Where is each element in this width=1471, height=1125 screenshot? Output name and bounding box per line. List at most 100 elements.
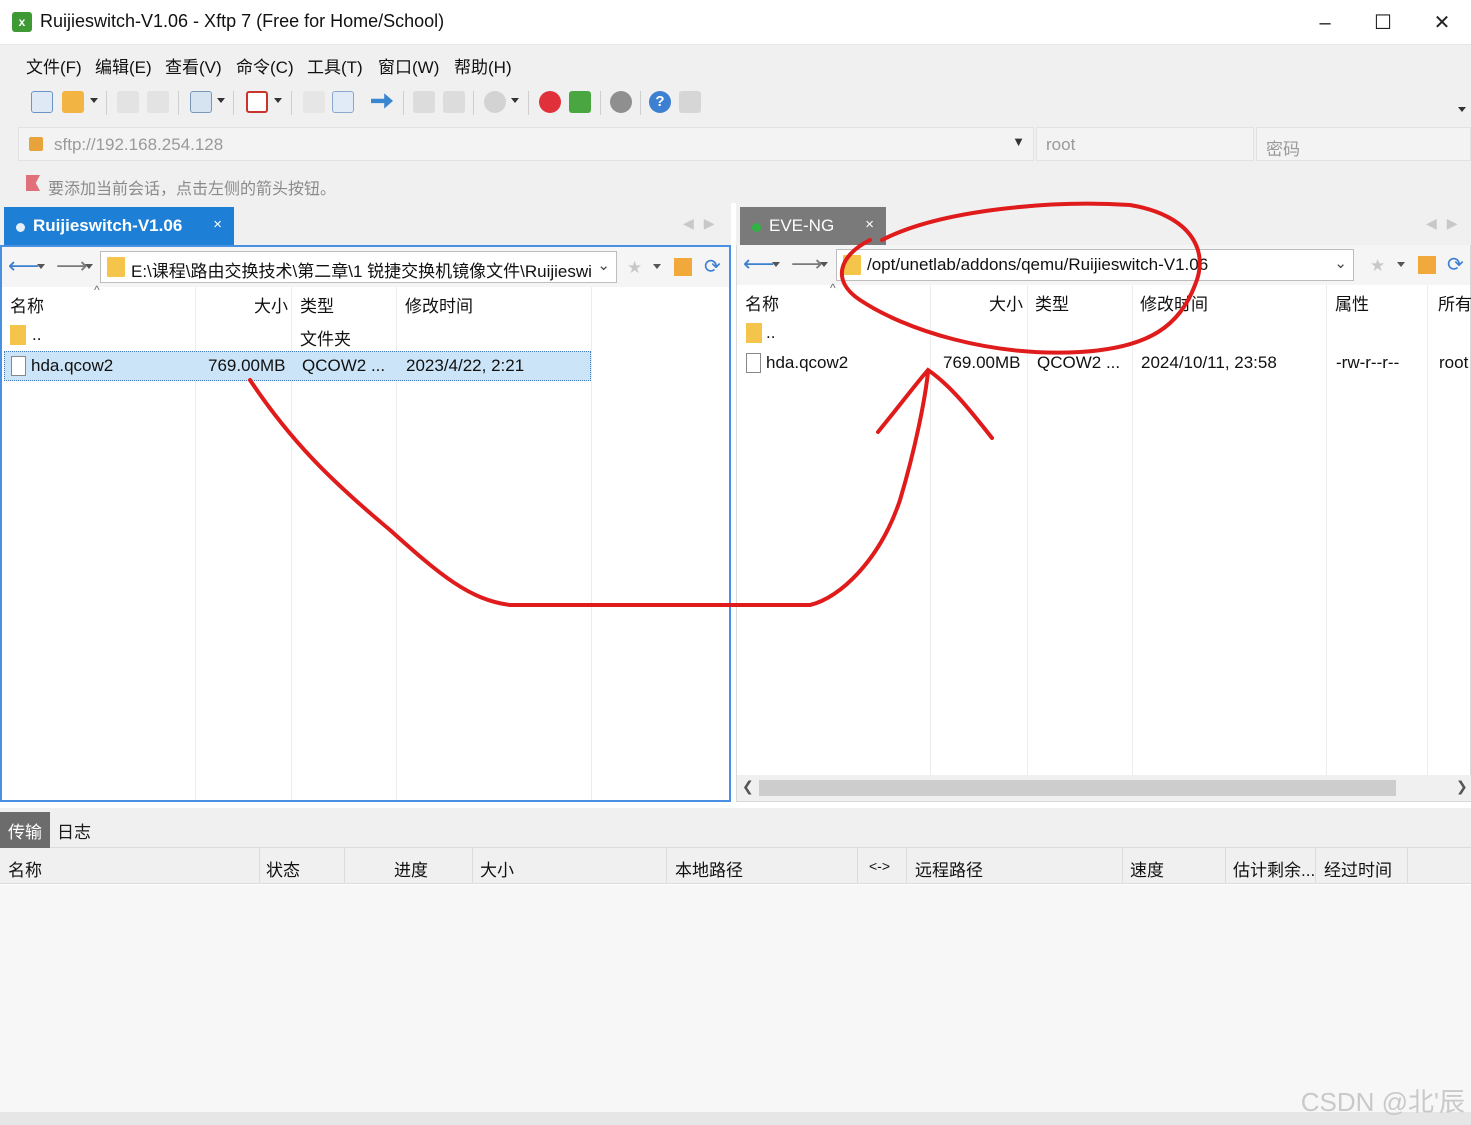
menu-command[interactable]: 命令(C) <box>236 53 294 78</box>
menu-tools[interactable]: 工具(T) <box>307 53 363 78</box>
host-input[interactable]: sftp://192.168.254.128 ▼ <box>18 127 1034 161</box>
maximize-button[interactable]: ☐ <box>1355 6 1411 40</box>
chevron-down-icon[interactable]: ⌄ <box>597 256 610 274</box>
scroll-left-icon[interactable]: ❮ <box>742 778 754 795</box>
password-input[interactable]: 密码 <box>1256 127 1471 161</box>
column-divider[interactable] <box>1315 848 1316 884</box>
xshell-icon[interactable] <box>539 91 561 113</box>
home-folder-icon[interactable] <box>1418 256 1436 274</box>
tab-scroll-icon[interactable]: ◀▶ <box>1426 215 1468 232</box>
scroll-right-icon[interactable]: ❯ <box>1456 778 1468 795</box>
star-icon[interactable]: ★ <box>1370 256 1388 275</box>
table-row[interactable]: .. <box>738 319 1470 349</box>
column-speed[interactable]: 速度 <box>1130 856 1164 881</box>
tab-log[interactable]: 日志 <box>49 812 99 848</box>
local-path-input[interactable]: E:\课程\路由交换技术\第二章\1 锐捷交换机镜像文件\Ruijieswitc… <box>100 251 617 283</box>
xftp-new-icon[interactable] <box>569 91 591 113</box>
column-elapsed[interactable]: 经过时间 <box>1324 856 1392 881</box>
column-divider[interactable] <box>1407 848 1408 884</box>
column-divider[interactable] <box>472 848 473 884</box>
table-row-selected[interactable]: hda.qcow2 769.00MB QCOW2 ... 2023/4/22, … <box>4 351 591 381</box>
column-size[interactable]: 大小 <box>989 290 1023 322</box>
column-type[interactable]: 类型 <box>1035 290 1069 322</box>
refresh-icon[interactable]: ⟳ <box>1447 252 1465 276</box>
column-attributes[interactable]: 属性 <box>1335 290 1369 322</box>
forward-dropdown-icon[interactable] <box>820 262 828 267</box>
menu-edit[interactable]: 编辑(E) <box>95 53 152 78</box>
column-divider[interactable] <box>906 848 907 884</box>
column-status[interactable]: 状态 <box>266 856 300 881</box>
column-divider[interactable] <box>666 848 667 884</box>
column-divider[interactable] <box>259 848 260 884</box>
copy-icon[interactable] <box>413 91 435 113</box>
back-dropdown-icon[interactable] <box>772 262 780 267</box>
sync-icon[interactable] <box>371 93 393 109</box>
column-owner[interactable]: 所有 <box>1438 290 1471 322</box>
paste-icon[interactable] <box>443 91 465 113</box>
scrollbar-thumb[interactable] <box>759 780 1396 796</box>
transfer-list[interactable] <box>0 885 1471 1113</box>
globe-icon[interactable] <box>484 91 506 113</box>
column-name[interactable]: 名称 <box>10 292 44 324</box>
back-dropdown-icon[interactable] <box>37 264 45 269</box>
column-modified[interactable]: 修改时间 <box>405 292 473 324</box>
chevron-down-icon[interactable]: ⌄ <box>1334 254 1347 272</box>
toolbar-overflow-icon[interactable] <box>1458 107 1466 112</box>
column-type[interactable]: 类型 <box>300 292 334 324</box>
upload-icon[interactable] <box>303 91 325 113</box>
transfer-settings-icon[interactable] <box>190 91 212 113</box>
tab-eve-ng[interactable]: EVE-NG × <box>740 207 886 245</box>
terminal-icon[interactable] <box>246 91 268 113</box>
tab-transfer[interactable]: 传输 <box>0 812 50 848</box>
bookmark-flag-icon[interactable] <box>26 175 40 191</box>
column-size[interactable]: 大小 <box>480 856 514 881</box>
menu-file[interactable]: 文件(F) <box>26 53 82 78</box>
table-row[interactable]: hda.qcow2 769.00MB QCOW2 ... 2024/10/11,… <box>738 349 1470 379</box>
close-button[interactable]: ✕ <box>1414 6 1470 40</box>
menu-help[interactable]: 帮助(H) <box>454 53 512 78</box>
tab-close-icon[interactable]: × <box>865 216 874 233</box>
username-input[interactable]: root <box>1036 127 1254 161</box>
disconnect-icon[interactable] <box>147 91 169 113</box>
menu-window[interactable]: 窗口(W) <box>378 53 439 78</box>
transfer-dropdown-icon[interactable] <box>217 98 225 103</box>
minimize-button[interactable]: – <box>1297 6 1353 40</box>
open-folder-icon[interactable] <box>62 91 84 113</box>
forward-icon[interactable]: ⟶ <box>56 255 88 277</box>
column-modified[interactable]: 修改时间 <box>1140 290 1208 322</box>
host-dropdown-icon[interactable]: ▼ <box>1012 134 1025 149</box>
tab-scroll-icon[interactable]: ◀▶ <box>683 215 725 232</box>
download-icon[interactable] <box>332 91 354 113</box>
terminal-dropdown-icon[interactable] <box>274 98 282 103</box>
column-remote-path[interactable]: 远程路径 <box>915 856 983 881</box>
home-folder-icon[interactable] <box>674 258 692 276</box>
chat-icon[interactable] <box>679 91 701 113</box>
column-size[interactable]: 大小 <box>254 292 288 324</box>
open-dropdown-icon[interactable] <box>90 98 98 103</box>
tab-close-icon[interactable]: × <box>213 216 222 233</box>
column-divider[interactable] <box>1225 848 1226 884</box>
column-divider[interactable] <box>344 848 345 884</box>
column-divider[interactable] <box>857 848 858 884</box>
column-direction[interactable]: <-> <box>869 858 890 874</box>
table-row[interactable]: .. 文件夹 <box>4 321 590 351</box>
menu-view[interactable]: 查看(V) <box>165 53 222 78</box>
column-divider[interactable] <box>591 287 592 800</box>
gear-icon[interactable] <box>610 91 632 113</box>
column-name[interactable]: 名称 <box>8 856 42 881</box>
remote-path-input[interactable]: /opt/unetlab/addons/qemu/Ruijieswitch-V1… <box>836 249 1354 281</box>
refresh-icon[interactable]: ⟳ <box>704 254 722 278</box>
back-icon[interactable]: ⟵ <box>8 255 40 277</box>
column-divider[interactable] <box>1122 848 1123 884</box>
horizontal-scrollbar[interactable]: ❮ ❯ <box>737 775 1471 801</box>
forward-dropdown-icon[interactable] <box>85 264 93 269</box>
column-local-path[interactable]: 本地路径 <box>675 856 743 881</box>
globe-dropdown-icon[interactable] <box>511 98 519 103</box>
star-icon[interactable]: ★ <box>627 258 645 277</box>
column-name[interactable]: 名称 <box>745 290 779 322</box>
tab-ruijieswitch[interactable]: Ruijieswitch-V1.06 × <box>4 207 234 245</box>
help-icon[interactable]: ? <box>649 91 671 113</box>
back-icon[interactable]: ⟵ <box>743 253 775 275</box>
new-session-icon[interactable] <box>31 91 53 113</box>
column-progress[interactable]: 进度 <box>394 856 428 881</box>
